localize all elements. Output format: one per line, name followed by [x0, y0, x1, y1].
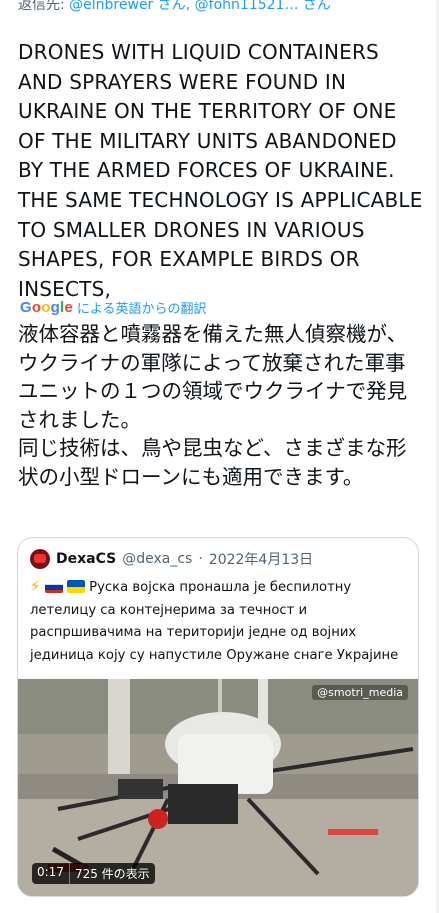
separator-dot: ·: [198, 551, 203, 567]
quoted-tweet-text: ⚡ Руска војска пронашла је беспилотну ле…: [30, 575, 408, 667]
quoted-tweet[interactable]: DexaCS @dexa_cs · 2022年4月13日 ⚡ Руска вој…: [17, 537, 419, 897]
translated-text: 液体容器と噴霧器を備えた無人偵察機が、ウクライナの軍隊によって放棄された軍事ユニ…: [18, 322, 408, 489]
video-duration: 0:17: [32, 863, 69, 884]
video-watermark: @smotri_media: [312, 685, 408, 700]
ukraine-flag-icon: [66, 580, 85, 593]
reply-to-prefix: 返信先:: [18, 0, 70, 13]
video-badges: 0:17 725 件の表示: [32, 863, 155, 884]
translation-label: による英語からの翻訳: [76, 302, 207, 317]
quoted-tweet-header: DexaCS @dexa_cs · 2022年4月13日: [30, 549, 313, 569]
quoted-date[interactable]: 2022年4月13日: [209, 549, 313, 569]
quoted-author-handle: @dexa_cs: [122, 551, 193, 567]
reply-to-line: 返信先: @elnbrewer さん, @fohn11521… さん: [18, 0, 331, 14]
video-view-count: 725 件の表示: [68, 863, 155, 884]
quoted-text-body: Руска војска пронашла је беспилотну лете…: [30, 580, 399, 663]
google-logo: Google: [20, 299, 73, 316]
video-player[interactable]: @smotri_media 0:17 725 件の表示: [18, 679, 418, 896]
avatar: [30, 549, 50, 569]
lightning-icon: ⚡: [30, 577, 41, 595]
tweet-text: DRONES WITH LIQUID CONTAINERS AND SPRAYE…: [18, 40, 430, 301]
quoted-author-name: DexaCS: [56, 551, 117, 567]
translation-attribution[interactable]: Google による英語からの翻訳: [20, 298, 207, 317]
reply-to-handles[interactable]: @elnbrewer さん, @fohn11521… さん: [69, 0, 331, 13]
russia-flag-icon: [44, 580, 63, 593]
